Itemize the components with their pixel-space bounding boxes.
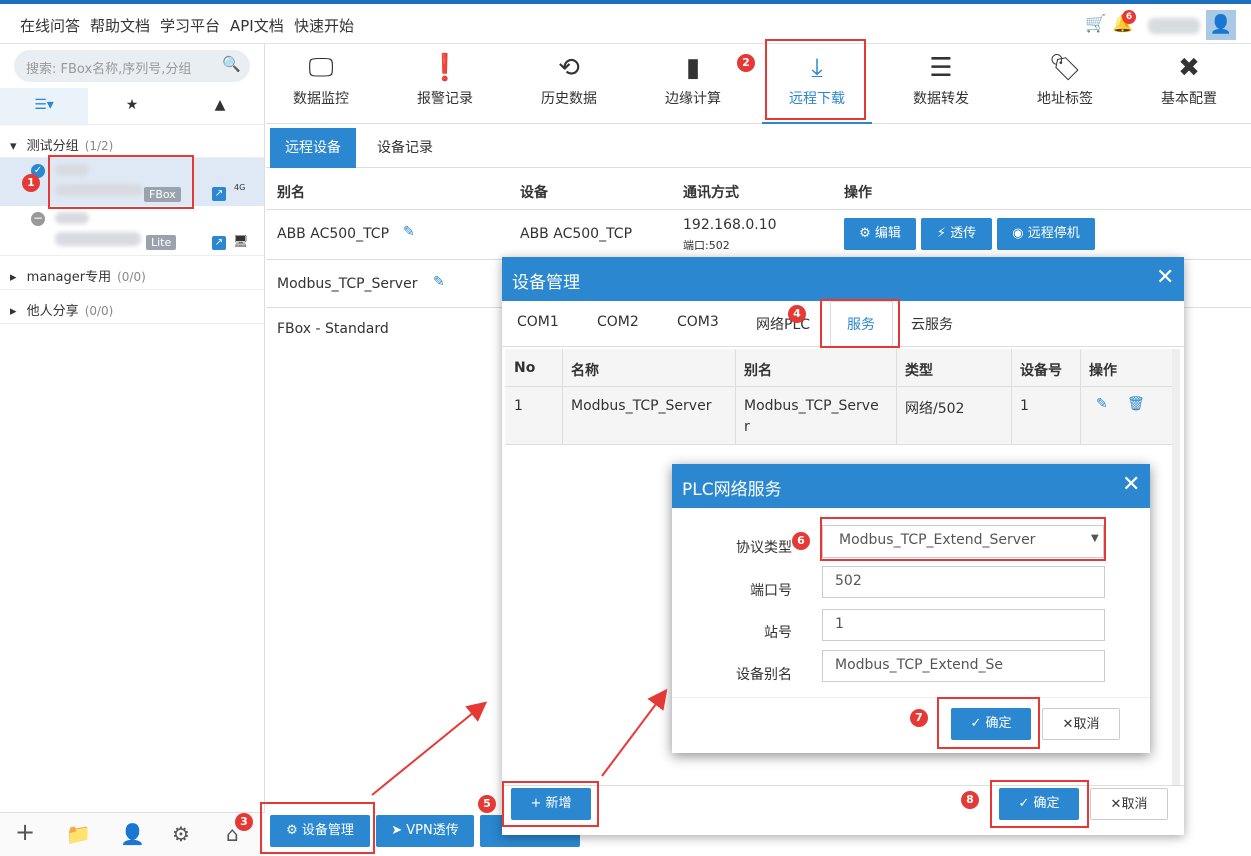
annotation-arrows — [371, 688, 668, 796]
arrow-to-dialog — [371, 701, 488, 796]
arrow-to-plc-dialog — [601, 688, 668, 777]
